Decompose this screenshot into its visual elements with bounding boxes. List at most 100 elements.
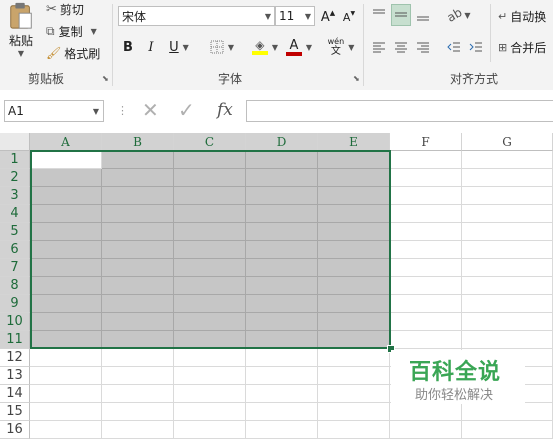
- cell[interactable]: [174, 331, 246, 349]
- cell[interactable]: [174, 295, 246, 313]
- border-button[interactable]: ▼: [207, 38, 237, 56]
- cell[interactable]: [318, 385, 390, 403]
- row-header[interactable]: 6: [0, 241, 30, 259]
- cell[interactable]: [246, 205, 318, 223]
- cell[interactable]: [174, 349, 246, 367]
- row-header[interactable]: 10: [0, 313, 30, 331]
- cell[interactable]: [246, 277, 318, 295]
- cell[interactable]: [102, 331, 174, 349]
- paste-dropdown-icon[interactable]: ▼: [18, 49, 24, 58]
- enter-icon[interactable]: ✓: [178, 100, 195, 120]
- cut-button[interactable]: ✂ 剪切: [46, 0, 84, 18]
- cell[interactable]: [174, 169, 246, 187]
- cell[interactable]: [246, 349, 318, 367]
- cell[interactable]: [174, 277, 246, 295]
- column-header[interactable]: F: [390, 133, 462, 151]
- row-header[interactable]: 13: [0, 367, 30, 385]
- cell[interactable]: [318, 403, 390, 421]
- cell[interactable]: [246, 313, 318, 331]
- align-middle-button[interactable]: [391, 4, 411, 26]
- orientation-button[interactable]: ab ▼: [444, 4, 474, 26]
- cell[interactable]: [462, 169, 553, 187]
- cell[interactable]: [102, 295, 174, 313]
- cell[interactable]: [30, 385, 102, 403]
- cell[interactable]: [174, 403, 246, 421]
- cell[interactable]: [102, 169, 174, 187]
- cell[interactable]: [246, 403, 318, 421]
- font-color-button[interactable]: A ▼: [284, 36, 314, 58]
- copy-button[interactable]: ⧉ 复制 ▼: [46, 22, 97, 40]
- cell[interactable]: [318, 187, 390, 205]
- fill-color-button[interactable]: ◈ ▼: [250, 36, 280, 58]
- cell[interactable]: [30, 205, 102, 223]
- cell[interactable]: [390, 205, 462, 223]
- decrease-indent-button[interactable]: [444, 36, 464, 58]
- cell[interactable]: [462, 223, 553, 241]
- cell[interactable]: [390, 277, 462, 295]
- row-header[interactable]: 4: [0, 205, 30, 223]
- cell[interactable]: [30, 295, 102, 313]
- cell[interactable]: [318, 169, 390, 187]
- clipboard-launcher-icon[interactable]: ⬊: [102, 74, 109, 83]
- cell[interactable]: [30, 331, 102, 349]
- cell[interactable]: [174, 151, 246, 169]
- column-header[interactable]: D: [246, 133, 318, 151]
- cell[interactable]: [174, 259, 246, 277]
- cell[interactable]: [318, 313, 390, 331]
- cell[interactable]: [102, 187, 174, 205]
- cell[interactable]: [390, 151, 462, 169]
- row-header[interactable]: 1: [0, 151, 30, 169]
- align-right-button[interactable]: [413, 36, 433, 58]
- cell[interactable]: [246, 169, 318, 187]
- cell[interactable]: [174, 385, 246, 403]
- cell[interactable]: [174, 241, 246, 259]
- formula-input[interactable]: [246, 100, 553, 122]
- row-header[interactable]: 2: [0, 169, 30, 187]
- merge-center-button[interactable]: ⊞ 合并后: [498, 37, 546, 57]
- cell[interactable]: [30, 403, 102, 421]
- cell[interactable]: [30, 421, 102, 439]
- cell[interactable]: [102, 205, 174, 223]
- cell[interactable]: [390, 313, 462, 331]
- cell[interactable]: [318, 295, 390, 313]
- column-header[interactable]: C: [174, 133, 246, 151]
- increase-indent-button[interactable]: [466, 36, 486, 58]
- font-size-select[interactable]: 11 ▼: [275, 6, 315, 26]
- cell[interactable]: [102, 277, 174, 295]
- cell[interactable]: [102, 349, 174, 367]
- wrap-text-button[interactable]: ↵ 自动换: [498, 6, 546, 26]
- cell[interactable]: [390, 295, 462, 313]
- cell[interactable]: [318, 367, 390, 385]
- cell[interactable]: [30, 349, 102, 367]
- cell[interactable]: [246, 421, 318, 439]
- cell[interactable]: [390, 223, 462, 241]
- row-header[interactable]: 7: [0, 259, 30, 277]
- cell[interactable]: [462, 403, 553, 421]
- cell[interactable]: [174, 223, 246, 241]
- cell[interactable]: [102, 313, 174, 331]
- drag-handle-icon[interactable]: ⋮: [117, 104, 128, 117]
- cell[interactable]: [246, 223, 318, 241]
- cell[interactable]: [30, 151, 102, 169]
- font-launcher-icon[interactable]: ⬊: [353, 74, 360, 83]
- cell[interactable]: [318, 241, 390, 259]
- row-header[interactable]: 11: [0, 331, 30, 349]
- cell[interactable]: [462, 331, 553, 349]
- cell[interactable]: [246, 259, 318, 277]
- align-top-button[interactable]: [369, 4, 389, 26]
- row-header[interactable]: 9: [0, 295, 30, 313]
- cell[interactable]: [318, 151, 390, 169]
- cell[interactable]: [318, 277, 390, 295]
- row-header[interactable]: 16: [0, 421, 30, 439]
- row-header[interactable]: 12: [0, 349, 30, 367]
- cell[interactable]: [246, 367, 318, 385]
- row-header[interactable]: 3: [0, 187, 30, 205]
- cell[interactable]: [246, 187, 318, 205]
- cell[interactable]: [390, 331, 462, 349]
- cell[interactable]: [462, 295, 553, 313]
- cell[interactable]: [390, 259, 462, 277]
- cell[interactable]: [390, 169, 462, 187]
- cell[interactable]: [102, 421, 174, 439]
- select-all-corner[interactable]: [0, 133, 30, 151]
- cell[interactable]: [246, 385, 318, 403]
